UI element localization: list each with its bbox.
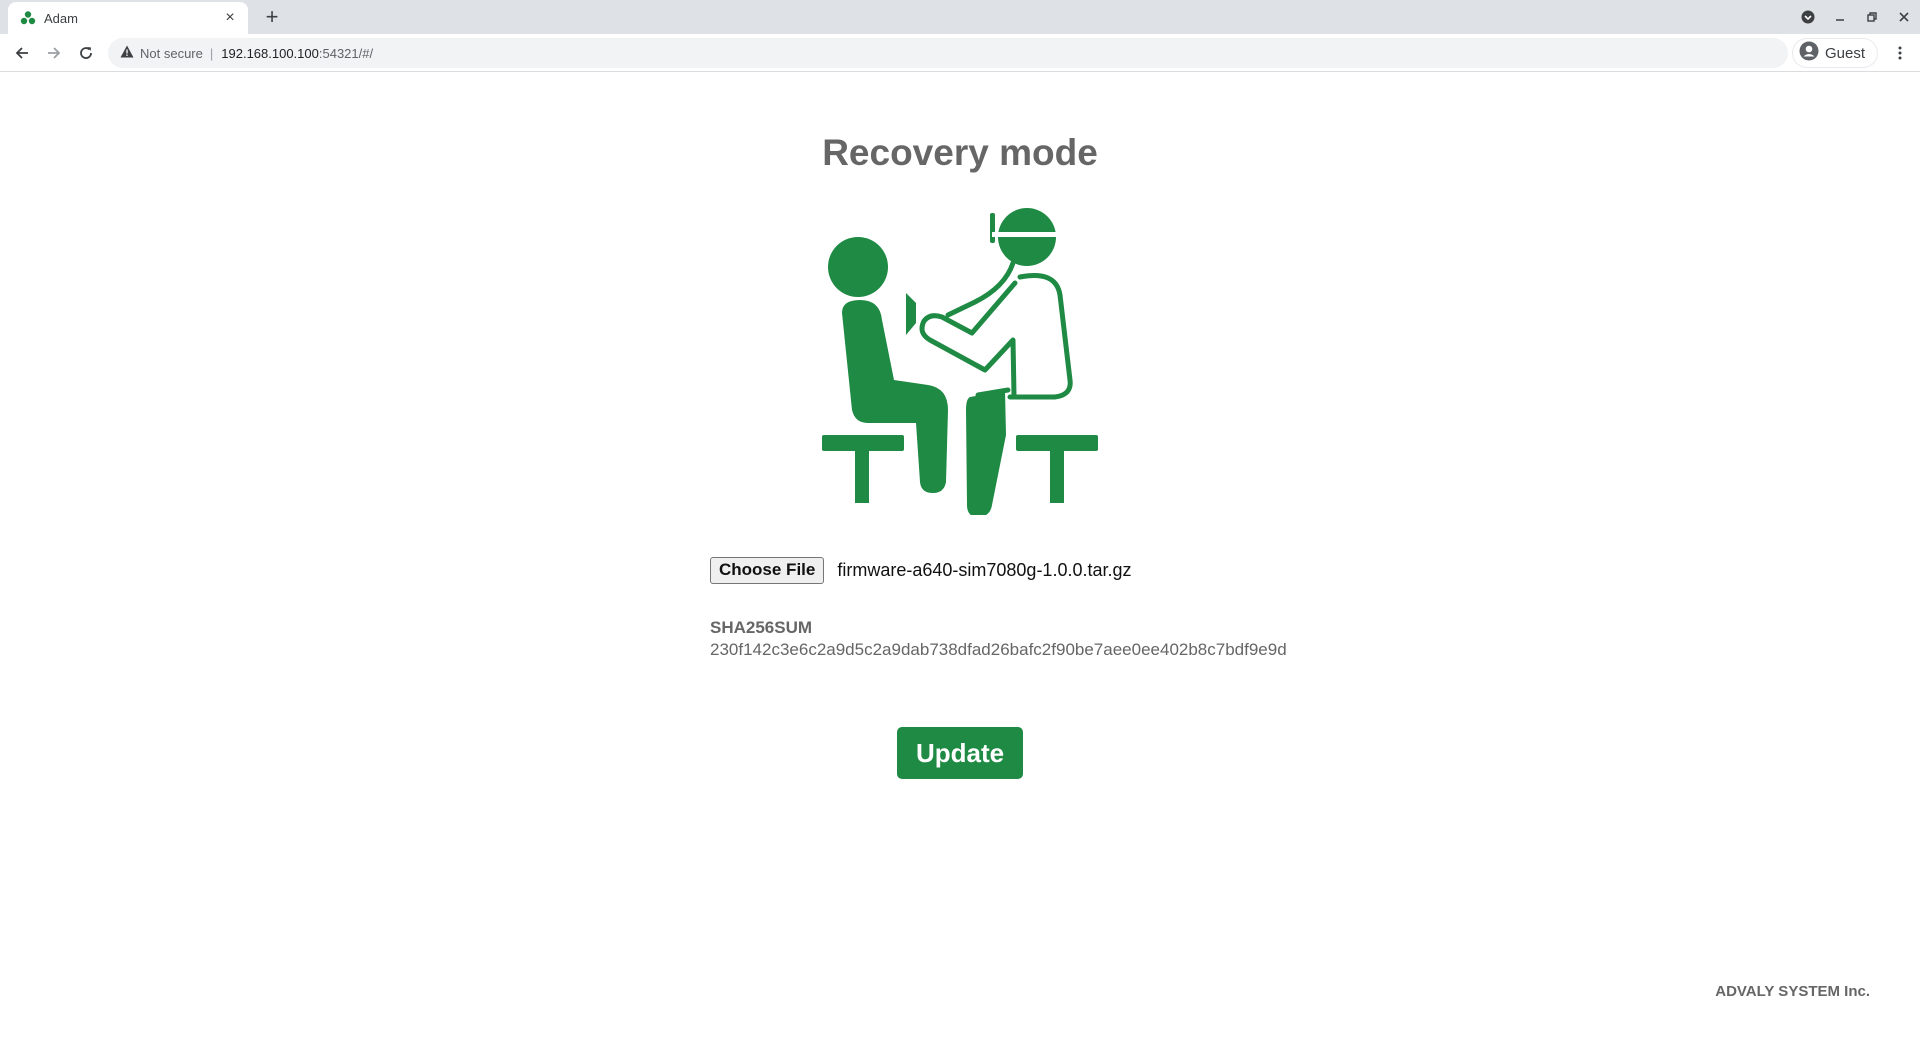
close-window-icon[interactable] bbox=[1888, 0, 1920, 34]
restore-icon[interactable] bbox=[1856, 0, 1888, 34]
tab-title: Adam bbox=[44, 10, 78, 26]
avatar-icon bbox=[1799, 41, 1819, 65]
file-picker: Choose File firmware-a640-sim7080g-1.0.0… bbox=[710, 556, 1132, 584]
page-title: Recovery mode bbox=[822, 132, 1098, 173]
minimize-icon[interactable] bbox=[1824, 0, 1856, 34]
doctor-patient-illustration bbox=[820, 205, 1100, 517]
choose-file-button[interactable]: Choose File bbox=[710, 556, 825, 584]
tab-close-icon[interactable]: × bbox=[222, 9, 238, 27]
profile-button[interactable]: Guest bbox=[1792, 38, 1878, 68]
tab-strip: Adam × + bbox=[0, 0, 1920, 34]
sha256-value: 230f142c3e6c2a9d5c2a9dab738dfad26bafc2f9… bbox=[710, 640, 1287, 659]
new-tab-button[interactable]: + bbox=[260, 6, 284, 30]
selected-file-name: firmware-a640-sim7080g-1.0.0.tar.gz bbox=[837, 559, 1132, 580]
app-logo-icon bbox=[20, 10, 36, 26]
update-button[interactable]: Update bbox=[897, 727, 1023, 779]
footer-company: ADVALY SYSTEM Inc. bbox=[1715, 983, 1870, 1000]
url-path: :54321/#/ bbox=[318, 45, 374, 61]
url-host: 192.168.100.100 bbox=[221, 45, 319, 61]
browser-toolbar: Not secure | 192.168.100.100 :54321/#/ G… bbox=[0, 34, 1920, 72]
tab-search-icon[interactable] bbox=[1792, 0, 1824, 34]
more-menu-icon[interactable] bbox=[1886, 39, 1914, 67]
reload-icon[interactable] bbox=[72, 39, 100, 67]
profile-name: Guest bbox=[1825, 44, 1866, 62]
warning-icon bbox=[120, 45, 134, 61]
back-icon[interactable] bbox=[8, 39, 36, 67]
address-bar[interactable]: Not secure | 192.168.100.100 :54321/#/ bbox=[108, 38, 1788, 68]
security-label: Not secure bbox=[140, 45, 203, 61]
sha256-label: SHA256SUM bbox=[710, 618, 813, 637]
browser-tab[interactable]: Adam × bbox=[8, 2, 248, 34]
forward-icon[interactable] bbox=[40, 39, 68, 67]
url-separator: | bbox=[209, 45, 214, 61]
